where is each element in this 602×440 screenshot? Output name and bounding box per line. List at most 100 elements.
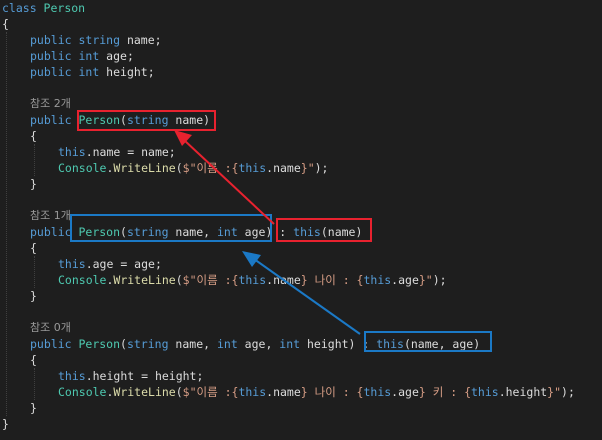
code-token-keyword: this <box>238 161 267 175</box>
code-line: { <box>30 128 37 144</box>
code-token-plain: ( <box>120 113 127 127</box>
code-editor[interactable]: class Person{public string name; public i… <box>0 0 602 440</box>
code-token-type: Console <box>58 273 107 287</box>
code-token-plain: { <box>2 17 9 31</box>
code-token-plain: age; <box>106 49 134 63</box>
code-line: class Person <box>2 0 85 16</box>
code-token-keyword: int <box>279 337 307 351</box>
code-token-keyword: int <box>78 49 107 63</box>
code-token-plain: (name, age) <box>403 337 481 351</box>
code-token-plain: .name <box>266 161 301 175</box>
code-token-keyword: int <box>78 65 107 79</box>
code-token-plain: .age <box>391 273 419 287</box>
code-token-string: $"이름 :{ <box>182 273 239 287</box>
code-token-plain: name) <box>175 113 211 127</box>
code-token-type: Console <box>58 161 107 175</box>
code-token-string: }" <box>418 273 433 287</box>
code-token-plain: { <box>30 129 37 143</box>
code-token-keyword: this <box>363 273 392 287</box>
code-token-codelens: 참조 2개 <box>30 97 71 110</box>
code-token-keyword: int <box>216 225 245 239</box>
code-token-keyword: public <box>30 113 79 127</box>
codelens-references[interactable]: 참조 1개 <box>30 208 71 224</box>
code-token-string: $"이름 :{ <box>182 161 239 175</box>
code-token-keyword: class <box>2 1 44 15</box>
code-token-string: } 키 : { <box>418 385 471 399</box>
code-token-plain: ( <box>175 273 183 287</box>
indent-guide <box>34 144 35 176</box>
code-token-keyword: int <box>216 337 245 351</box>
indent-guide <box>34 256 35 288</box>
code-token-plain: .height = height; <box>85 369 204 383</box>
code-token-keyword: public <box>30 225 79 239</box>
code-token-string: }" <box>300 161 315 175</box>
code-token-plain: .age = age; <box>85 257 162 271</box>
code-token-method: WriteLine <box>113 161 176 175</box>
code-token-plain: name; <box>126 33 162 47</box>
code-token-type: Person <box>43 1 86 15</box>
code-token-string: } 나이 : { <box>300 273 364 287</box>
code-token-keyword: string <box>126 337 176 351</box>
code-token-type: Person <box>78 225 121 239</box>
code-token-plain: .name = name; <box>85 145 176 159</box>
code-line: public Person(string name) <box>30 112 210 128</box>
code-line: { <box>2 16 9 32</box>
code-line: { <box>30 352 37 368</box>
code-token-plain: { <box>30 353 37 367</box>
code-token-keyword: string <box>126 113 176 127</box>
code-token-plain: age, <box>244 337 280 351</box>
code-token-type: Person <box>78 337 121 351</box>
code-token-keyword: this <box>471 385 499 399</box>
indent-guide <box>6 32 7 416</box>
code-token-plain: name, <box>175 337 217 351</box>
code-token-string: } 나이 : { <box>300 385 364 399</box>
code-token-type: Console <box>58 385 107 399</box>
code-token-plain: { <box>30 241 37 255</box>
code-line: } <box>30 400 37 416</box>
code-token-plain: .name <box>266 273 301 287</box>
code-token-keyword: this <box>58 257 86 271</box>
code-token-plain: } <box>30 401 37 415</box>
code-token-keyword: string <box>126 225 176 239</box>
code-line: this.height = height; <box>58 368 203 384</box>
code-token-keyword: this <box>293 225 321 239</box>
indent-guide <box>34 368 35 400</box>
code-line: public int age; <box>30 48 134 64</box>
code-token-codelens: 참조 1개 <box>30 209 71 222</box>
code-token-keyword: this <box>58 145 86 159</box>
code-token-plain: ( <box>120 225 127 239</box>
code-token-plain: } <box>30 289 37 303</box>
code-token-plain: ( <box>120 337 127 351</box>
code-token-method: WriteLine <box>113 273 176 287</box>
code-token-codelens: 참조 0개 <box>30 321 71 334</box>
code-line: public Person(string name, int age) : th… <box>30 224 362 240</box>
code-line: Console.WriteLine($"이름 :{this.name} 나이 :… <box>58 384 575 400</box>
code-token-plain: height) : <box>307 337 377 351</box>
code-line: public int height; <box>30 64 155 80</box>
code-token-plain: ( <box>175 385 183 399</box>
code-token-plain: ( <box>175 161 183 175</box>
code-token-plain: name, <box>175 225 217 239</box>
code-line: Console.WriteLine($"이름 :{this.name}"); <box>58 160 328 176</box>
code-line: } <box>30 288 37 304</box>
code-token-plain: height; <box>106 65 155 79</box>
code-token-string: $"이름 :{ <box>182 385 239 399</box>
codelens-references[interactable]: 참조 0개 <box>30 320 71 336</box>
code-line: public string name; <box>30 32 162 48</box>
code-line: } <box>30 176 37 192</box>
code-token-plain: .height <box>498 385 548 399</box>
code-token-keyword: public <box>30 49 79 63</box>
code-token-keyword: this <box>376 337 404 351</box>
code-token-plain: } <box>30 177 37 191</box>
code-token-string: }" <box>547 385 562 399</box>
code-token-type: Person <box>78 113 121 127</box>
code-token-keyword: string <box>78 33 127 47</box>
code-token-keyword: this <box>363 385 392 399</box>
code-line: } <box>2 416 9 432</box>
code-token-keyword: this <box>238 385 267 399</box>
code-token-keyword: public <box>30 33 79 47</box>
codelens-references[interactable]: 참조 2개 <box>30 96 71 112</box>
code-line: this.age = age; <box>58 256 162 272</box>
code-token-plain: } <box>2 417 9 431</box>
code-token-plain: .name <box>266 385 301 399</box>
